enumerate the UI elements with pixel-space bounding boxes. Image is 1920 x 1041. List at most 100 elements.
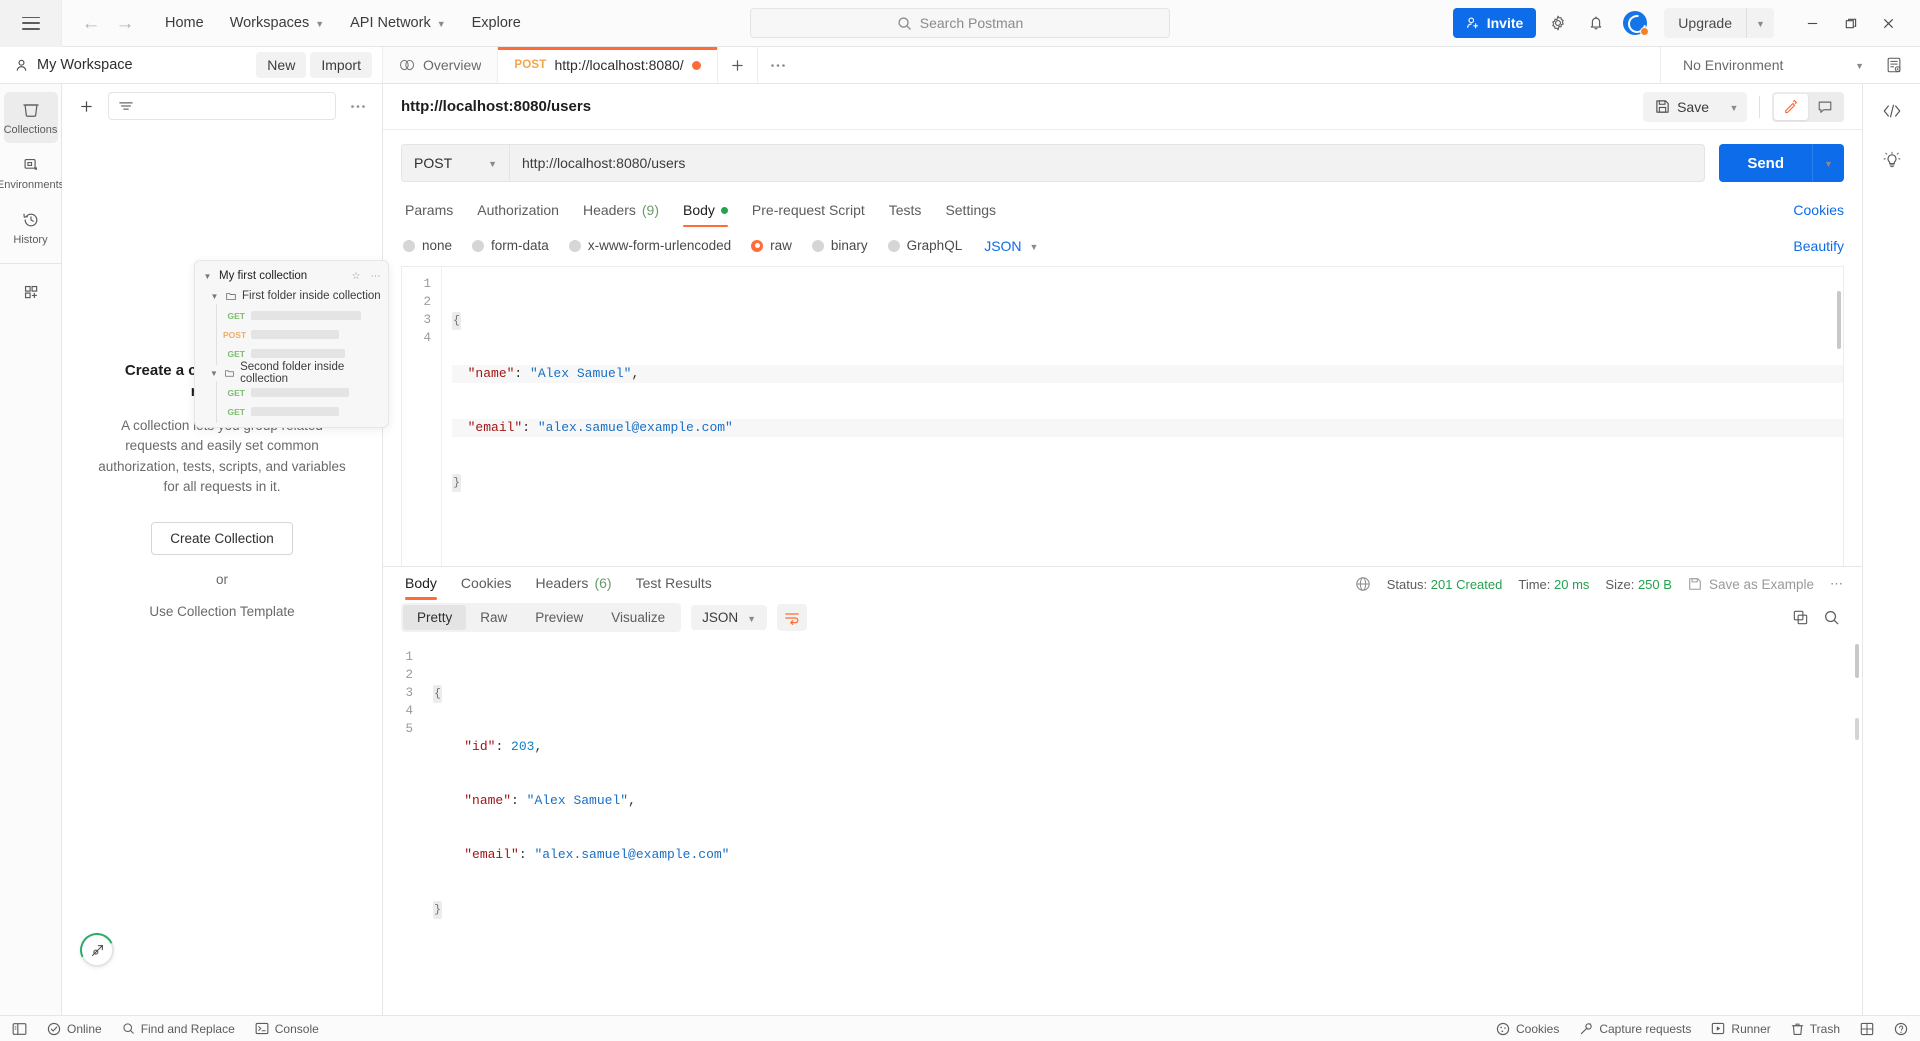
response-tab-headers[interactable]: Headers (6) (524, 567, 624, 604)
tab-overview[interactable]: Overview (383, 47, 498, 83)
save-button[interactable]: Save (1643, 92, 1721, 122)
tab-headers[interactable]: Headers (9) (571, 194, 671, 231)
tab-body[interactable]: Body (671, 194, 740, 231)
body-option-none[interactable]: none (401, 235, 462, 256)
tab-pre-request-script[interactable]: Pre-request Script (740, 194, 877, 231)
rail-item-history[interactable]: History (4, 202, 58, 253)
settings-button[interactable] (1542, 8, 1574, 38)
import-button[interactable]: Import (310, 52, 372, 78)
body-option-form-data[interactable]: form-data (470, 235, 559, 256)
tab-params[interactable]: Params (401, 194, 465, 231)
code-snippet-button[interactable] (1875, 96, 1909, 126)
response-format-selector[interactable]: JSON ▼ (691, 605, 767, 630)
sidebar-filter-input[interactable] (108, 92, 336, 120)
rail-item-new-module[interactable] (4, 274, 58, 309)
request-body-editor[interactable]: 1 2 3 4 { "name": "Alex Samuel", "email"… (401, 266, 1844, 566)
view-mode-pretty[interactable]: Pretty (403, 605, 466, 630)
response-body-editor[interactable]: 1 2 3 4 5 { "id": 203, "name": "Alex Sam… (383, 640, 1862, 1015)
environment-selector[interactable]: No Environment ▼ (1675, 53, 1872, 77)
upgrade-dropdown-button[interactable]: ▼ (1746, 8, 1774, 38)
response-tab-cookies[interactable]: Cookies (449, 567, 524, 604)
url-input[interactable] (509, 144, 1705, 182)
edit-mode-button[interactable] (1774, 94, 1808, 120)
nav-item-workspaces[interactable]: Workspaces ▼ (219, 9, 335, 37)
info-button[interactable] (1875, 146, 1909, 176)
new-button[interactable]: New (256, 52, 306, 78)
maximize-button[interactable] (1832, 7, 1868, 39)
body-option-urlencoded[interactable]: x-www-form-urlencoded (567, 235, 741, 256)
hamburger-button[interactable] (0, 0, 62, 47)
rail-item-collections[interactable]: Collections (4, 92, 58, 143)
body-option-binary[interactable]: binary (810, 235, 878, 256)
collection-root-row[interactable]: ▼ My first collection ☆ ⋯ (195, 266, 388, 286)
response-tab-body[interactable]: Body (401, 567, 449, 604)
tab-options-button[interactable] (758, 47, 798, 83)
copy-response-button[interactable] (1792, 609, 1809, 626)
fold-icon[interactable]: { (433, 685, 442, 703)
sidebar-add-button[interactable] (74, 94, 98, 118)
save-dropdown-button[interactable]: ▼ (1721, 92, 1747, 122)
body-option-graphql[interactable]: GraphQL (886, 235, 973, 256)
cookies-link[interactable]: Cookies (1793, 202, 1844, 223)
ellipsis-icon[interactable]: ⋯ (367, 271, 382, 282)
response-scrollbar[interactable] (1855, 644, 1859, 678)
runner-button[interactable]: Runner (1711, 1022, 1770, 1036)
http-method-selector[interactable]: POST ▼ (401, 144, 509, 182)
save-as-example-button[interactable]: Save as Example (1688, 577, 1814, 592)
global-search[interactable]: Search Postman (750, 8, 1170, 38)
console-button[interactable]: Console (255, 1022, 319, 1036)
online-status[interactable]: Online (47, 1022, 102, 1036)
request-row[interactable]: POST (195, 325, 388, 344)
invite-button[interactable]: Invite (1453, 8, 1537, 38)
body-format-selector[interactable]: JSON ▼ (984, 238, 1038, 254)
fold-icon[interactable]: } (452, 474, 461, 492)
notifications-button[interactable] (1580, 8, 1612, 38)
tab-settings[interactable]: Settings (933, 194, 1008, 231)
response-scrollbar-secondary[interactable] (1855, 718, 1859, 740)
request-row[interactable]: GET (195, 402, 388, 421)
trash-button[interactable]: Trash (1791, 1022, 1840, 1036)
workspace-selector[interactable]: My Workspace (14, 57, 133, 73)
cookies-button[interactable]: Cookies (1496, 1022, 1559, 1036)
editor-scrollbar[interactable] (1837, 291, 1841, 349)
help-button[interactable] (1894, 1022, 1908, 1036)
send-button[interactable]: Send (1719, 144, 1812, 182)
search-response-button[interactable] (1823, 609, 1840, 626)
upgrade-button[interactable]: Upgrade (1664, 8, 1746, 38)
request-row[interactable]: GET (195, 344, 388, 363)
minimize-button[interactable] (1794, 7, 1830, 39)
use-collection-template-link[interactable]: Use Collection Template (96, 604, 348, 619)
find-and-replace-button[interactable]: Find and Replace (122, 1022, 235, 1036)
star-icon[interactable]: ☆ (352, 271, 361, 282)
response-tab-test-results[interactable]: Test Results (624, 567, 724, 604)
tab-tests[interactable]: Tests (877, 194, 934, 231)
close-button[interactable] (1870, 7, 1906, 39)
comment-mode-button[interactable] (1808, 94, 1842, 120)
user-avatar-button[interactable] (1618, 8, 1652, 38)
environment-quick-look-button[interactable] (1878, 50, 1910, 80)
postbot-orb-button[interactable] (80, 933, 114, 967)
response-options-button[interactable]: ⋯ (1830, 576, 1844, 592)
send-options-button[interactable]: ▼ (1812, 144, 1844, 182)
fold-icon[interactable]: } (433, 901, 442, 919)
view-mode-raw[interactable]: Raw (466, 605, 521, 630)
create-collection-button[interactable]: Create Collection (151, 522, 293, 555)
toggle-sidebar-button[interactable] (12, 1022, 27, 1036)
layout-button[interactable] (1860, 1022, 1874, 1036)
back-arrow-icon[interactable]: ← (80, 12, 102, 34)
search-input[interactable]: Search Postman (750, 8, 1170, 38)
nav-item-api-network[interactable]: API Network ▼ (339, 9, 457, 37)
capture-requests-button[interactable]: Capture requests (1579, 1022, 1691, 1036)
rail-item-environments[interactable]: Environments (4, 147, 58, 198)
body-option-raw[interactable]: raw (749, 235, 802, 256)
tab-authorization[interactable]: Authorization (465, 194, 571, 231)
beautify-button[interactable]: Beautify (1793, 238, 1844, 254)
view-mode-visualize[interactable]: Visualize (597, 605, 679, 630)
sidebar-options-button[interactable] (346, 94, 370, 118)
view-mode-preview[interactable]: Preview (521, 605, 597, 630)
fold-icon[interactable]: { (452, 312, 461, 330)
new-tab-button[interactable] (718, 47, 758, 83)
request-row[interactable]: GET (195, 306, 388, 325)
nav-item-home[interactable]: Home (154, 9, 215, 37)
folder-row[interactable]: ▼ First folder inside collection (195, 286, 388, 306)
